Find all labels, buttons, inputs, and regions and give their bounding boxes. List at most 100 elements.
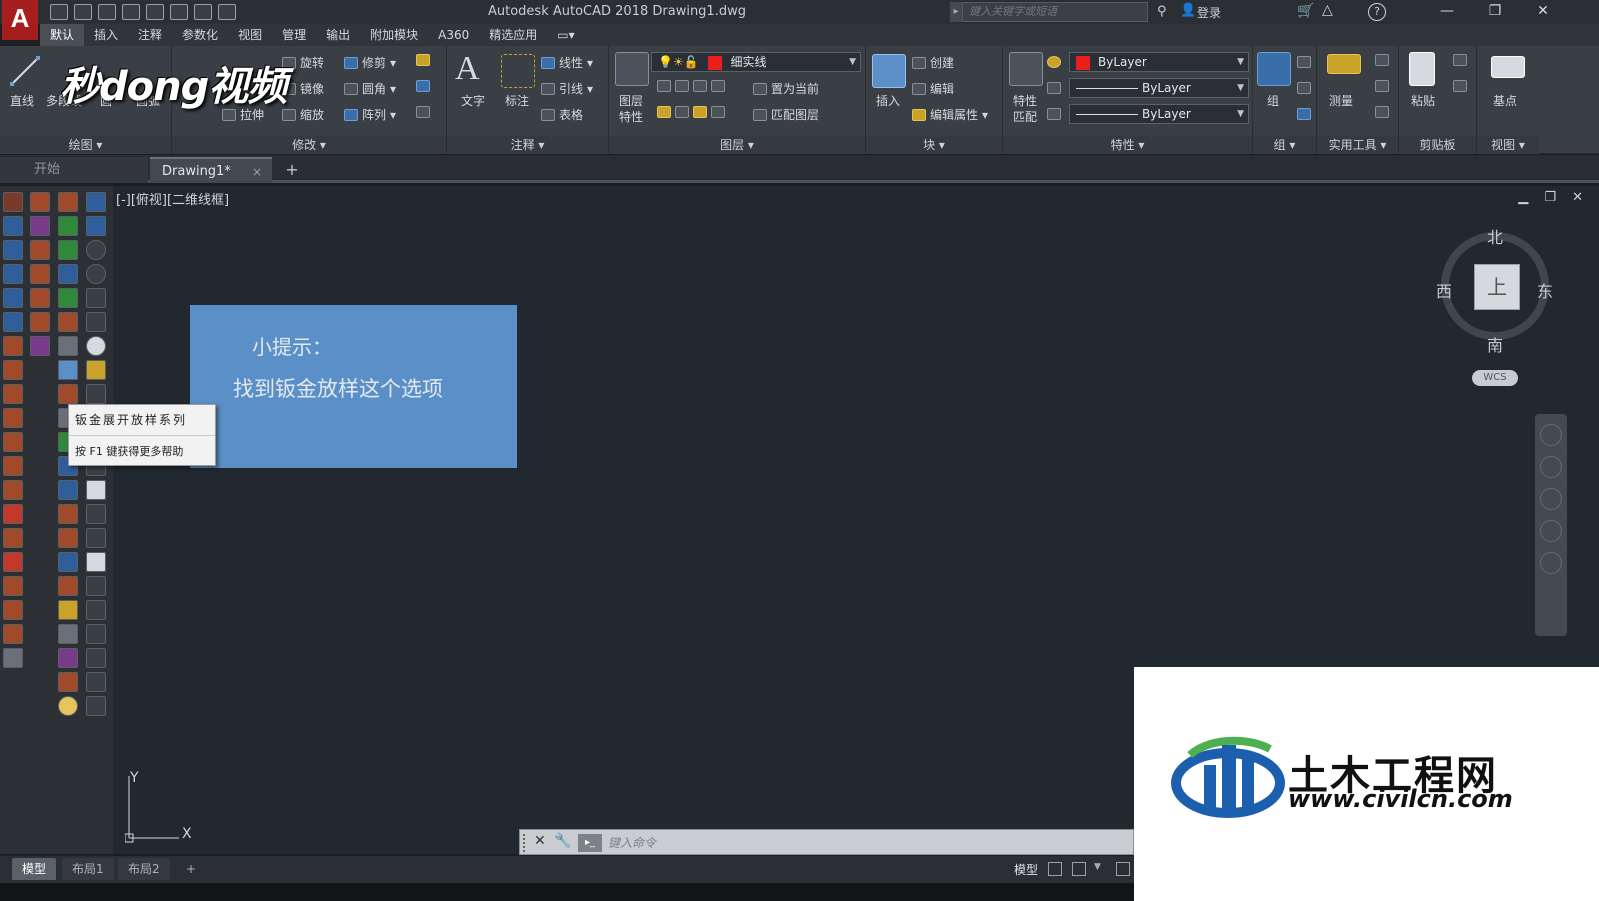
tool-icon[interactable] xyxy=(58,624,78,644)
block-panel-title[interactable]: 块 ▾ xyxy=(866,136,1002,154)
compass-west[interactable]: 西 xyxy=(1436,278,1452,302)
tool-icon[interactable] xyxy=(86,312,106,332)
groups-panel-title[interactable]: 组 ▾ xyxy=(1253,136,1316,154)
view-panel-title[interactable]: 视图 ▾ xyxy=(1477,136,1539,154)
tool-icon[interactable] xyxy=(30,240,50,260)
circle-tool-icon[interactable] xyxy=(86,240,106,260)
tool-icon[interactable] xyxy=(86,600,106,620)
linetype-icon[interactable] xyxy=(1047,108,1061,120)
tab-view[interactable]: 视图 xyxy=(228,24,272,46)
tool-icon[interactable] xyxy=(3,576,23,596)
erase-button[interactable] xyxy=(416,54,430,66)
table-button[interactable]: 表格 xyxy=(541,106,583,123)
tool-icon[interactable] xyxy=(3,624,23,644)
utilities-panel-title[interactable]: 实用工具 ▾ xyxy=(1317,136,1398,154)
base-view-button[interactable]: 基点 xyxy=(1493,92,1517,109)
tab-default[interactable]: 默认 xyxy=(40,24,85,46)
measure-button[interactable]: 测量 xyxy=(1329,92,1353,109)
point-button[interactable] xyxy=(1375,80,1389,92)
dimension-icon[interactable] xyxy=(501,54,535,88)
save-as-icon[interactable] xyxy=(122,4,140,20)
login-button[interactable]: 登录 xyxy=(1197,4,1221,21)
smiley-icon[interactable] xyxy=(58,696,78,716)
tool-icon[interactable] xyxy=(86,696,106,716)
insert-button[interactable]: 插入 xyxy=(876,92,900,109)
save-icon[interactable] xyxy=(98,4,116,20)
tool-icon[interactable] xyxy=(30,192,50,212)
compass-south[interactable]: 南 xyxy=(1487,332,1503,356)
print-icon[interactable] xyxy=(146,4,164,20)
make-current-button[interactable]: 置为当前 xyxy=(753,80,819,97)
spline-tool-icon[interactable] xyxy=(86,504,106,524)
match-properties-icon[interactable] xyxy=(1009,52,1043,86)
text-button[interactable]: 文字 xyxy=(461,92,485,109)
tool-icon[interactable] xyxy=(58,600,78,620)
compass-east[interactable]: 东 xyxy=(1537,278,1553,302)
cart-icon[interactable]: 🛒 xyxy=(1297,3,1314,19)
array-button[interactable]: 阵列 ▾ xyxy=(344,106,396,123)
layer-dropdown[interactable]: 💡☀🔓 细实线 ▼ xyxy=(651,52,861,72)
steering-wheel-icon[interactable] xyxy=(1540,424,1562,446)
tool-icon[interactable] xyxy=(3,360,23,380)
group-select-button[interactable] xyxy=(1297,108,1311,120)
redo-icon[interactable] xyxy=(194,4,212,20)
tool-icon[interactable] xyxy=(86,528,106,548)
insert-block-icon[interactable] xyxy=(872,54,906,88)
tool-icon[interactable] xyxy=(58,216,78,236)
tool-icon[interactable] xyxy=(86,216,106,236)
match-properties-label-1[interactable]: 特性 xyxy=(1013,92,1037,109)
leader-button[interactable]: 引线 ▾ xyxy=(541,80,593,97)
clipboard-panel-title[interactable]: 剪贴板 xyxy=(1399,136,1476,154)
tool-icon[interactable] xyxy=(58,576,78,596)
tab-drawing1[interactable]: Drawing1* × xyxy=(150,157,272,183)
compass-north[interactable]: 北 xyxy=(1487,224,1503,248)
tool-icon[interactable] xyxy=(30,264,50,284)
ribbon-toggle-icon[interactable]: ▭▾ xyxy=(547,24,584,46)
tab-insert[interactable]: 插入 xyxy=(84,24,128,46)
grid-icon[interactable] xyxy=(1048,862,1062,876)
tool-icon[interactable] xyxy=(58,528,78,548)
circle-tool-icon[interactable] xyxy=(86,264,106,284)
text-icon[interactable]: A xyxy=(455,50,489,87)
layers-panel-title[interactable]: 图层 ▾ xyxy=(609,136,865,154)
explode-button[interactable] xyxy=(416,80,430,92)
tool-icon[interactable] xyxy=(58,192,78,212)
wrench-icon[interactable]: 🔧 xyxy=(554,833,571,849)
offset-button[interactable] xyxy=(416,106,430,118)
tab-featured-apps[interactable]: 精选应用 xyxy=(479,24,547,46)
ortho-icon[interactable] xyxy=(1116,862,1130,876)
new-file-icon[interactable] xyxy=(50,4,68,20)
tool-icon[interactable] xyxy=(58,480,78,500)
lineweight-icon[interactable] xyxy=(1047,82,1061,94)
undo-icon[interactable] xyxy=(170,4,188,20)
annotation-panel-title[interactable]: 注释 ▾ xyxy=(447,136,608,154)
layout-tab-layout2[interactable]: 布局2 xyxy=(118,858,170,880)
scale-button[interactable]: 缩放 xyxy=(282,106,324,123)
model-space-toggle[interactable]: 模型 xyxy=(1014,861,1038,878)
tool-icon[interactable] xyxy=(3,648,23,668)
customize-qat-icon[interactable] xyxy=(218,4,236,20)
maximize-button[interactable]: ❐ xyxy=(1472,0,1518,24)
tool-icon[interactable] xyxy=(86,648,106,668)
tab-manage[interactable]: 管理 xyxy=(272,24,316,46)
tool-icon[interactable] xyxy=(86,384,106,404)
tab-parametric[interactable]: 参数化 xyxy=(172,24,228,46)
tool-icon[interactable] xyxy=(30,336,50,356)
tool-icon[interactable] xyxy=(86,480,106,500)
linetype-dropdown[interactable]: ByLayer ▼ xyxy=(1069,78,1249,98)
cut-button[interactable] xyxy=(1453,54,1467,66)
tool-icon[interactable] xyxy=(3,312,23,332)
point-tool-icon[interactable] xyxy=(86,336,106,356)
paste-icon[interactable] xyxy=(1409,52,1435,86)
tool-icon[interactable] xyxy=(30,216,50,236)
line-icon[interactable] xyxy=(8,54,42,88)
fillet-button[interactable]: 圆角 ▾ xyxy=(344,80,396,97)
close-window-button[interactable]: ✕ xyxy=(1520,0,1566,24)
group-edit-button[interactable] xyxy=(1297,82,1311,94)
tool-icon[interactable] xyxy=(3,480,23,500)
tab-a360[interactable]: A360 xyxy=(428,24,479,46)
snap-icon[interactable] xyxy=(1072,862,1086,876)
layer-tools-row-1[interactable] xyxy=(657,80,725,92)
tool-icon[interactable] xyxy=(3,240,23,260)
orbit-icon[interactable] xyxy=(1540,520,1562,542)
